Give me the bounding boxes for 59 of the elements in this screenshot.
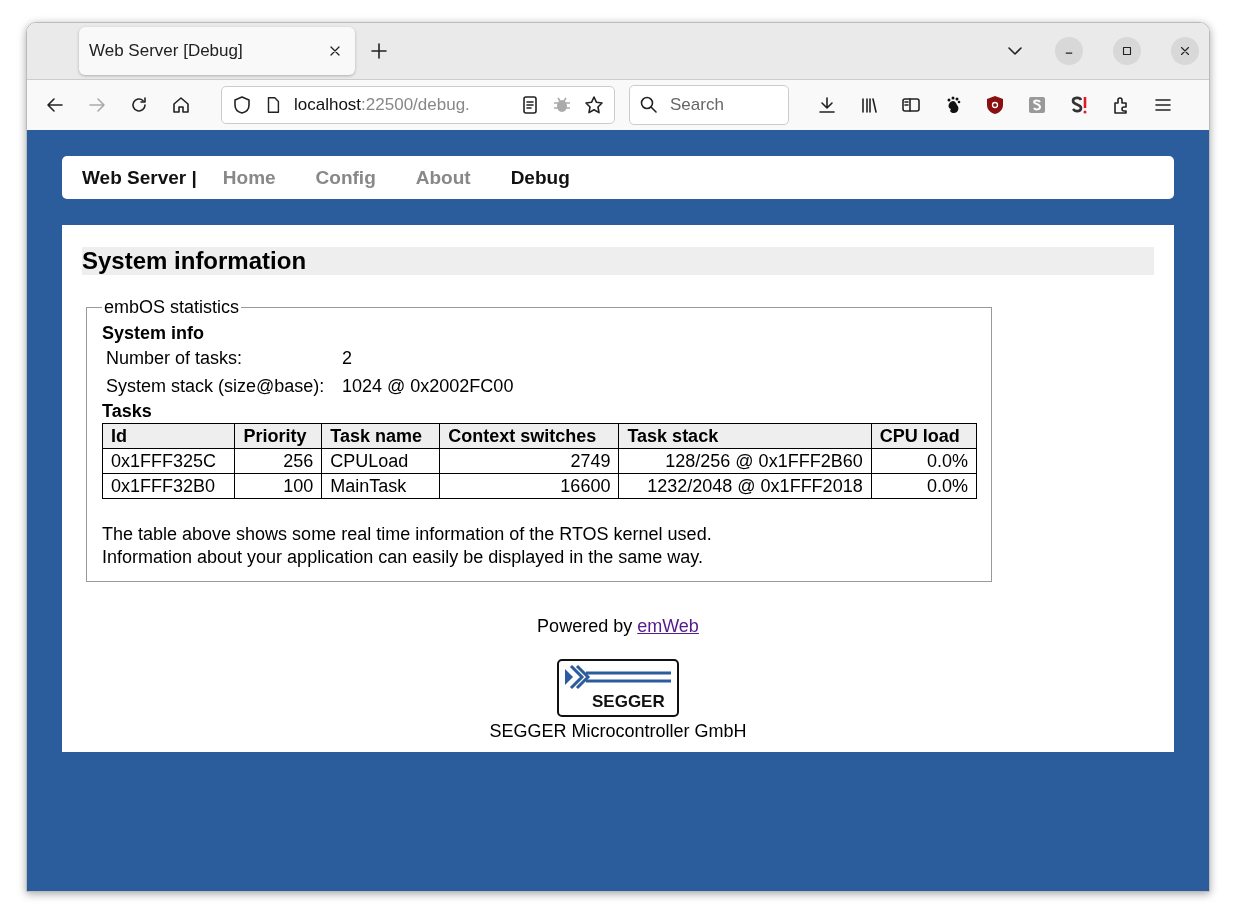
nav-link[interactable]: Debug	[510, 166, 570, 189]
url-text: localhost:22500/debug.	[294, 95, 471, 115]
table-cell: 0x1FFF32B0	[102, 473, 235, 499]
back-icon[interactable]	[45, 95, 65, 115]
plus-icon[interactable]	[369, 41, 389, 61]
address-bar[interactable]: localhost:22500/debug.	[221, 86, 615, 124]
company-name: SEGGER Microcontroller GmbH	[489, 721, 747, 742]
table-cell: 2749	[439, 448, 619, 474]
table-cell: 0.0%	[871, 473, 977, 499]
reload-icon[interactable]	[129, 95, 149, 115]
nav-link[interactable]: About	[415, 166, 471, 189]
description-text: The table above shows some real time information of the RTOS kernel used.	[102, 523, 713, 546]
home-icon[interactable]	[171, 95, 191, 115]
extension-s-icon[interactable]	[1027, 95, 1047, 115]
powered-by-text: Powered by	[537, 616, 633, 636]
extension-s-alert-icon[interactable]	[1069, 95, 1089, 115]
column-header: Id	[102, 423, 235, 449]
emweb-link[interactable]: emWeb	[637, 616, 699, 636]
info-label: System stack (size@base):	[106, 375, 326, 398]
sidebar-icon[interactable]	[901, 95, 921, 115]
library-icon[interactable]	[859, 95, 879, 115]
download-icon[interactable]	[817, 95, 837, 115]
nav-link[interactable]: Home	[222, 166, 276, 189]
table-cell: 0x1FFF325C	[102, 448, 235, 474]
column-header: Task stack	[618, 423, 872, 449]
maximize-button[interactable]	[1113, 37, 1141, 65]
search-icon	[639, 95, 659, 115]
column-header: CPU load	[871, 423, 977, 449]
table-cell: 1232/2048 @ 0x1FFF2018	[618, 473, 872, 499]
table-cell: 100	[234, 473, 322, 499]
group-legend: embOS statistics	[102, 297, 242, 318]
section-title: Tasks	[102, 400, 153, 422]
description-text: Information about your application can easily be displayed in the same way.	[102, 546, 704, 569]
info-label: Number of tasks:	[106, 347, 244, 370]
column-header: Task name	[321, 423, 440, 449]
info-value: 2	[342, 347, 353, 370]
column-header: Context switches	[439, 423, 619, 449]
table-cell: 0.0%	[871, 448, 977, 474]
table-cell: CPULoad	[321, 448, 440, 474]
close-icon[interactable]	[1178, 44, 1192, 58]
page-heading: System information	[82, 247, 1154, 275]
table-cell: 256	[234, 448, 322, 474]
company-logo: SEGGER	[557, 659, 679, 717]
site-brand: Web Server |	[82, 166, 197, 189]
info-value: 1024 @ 0x2002FC00	[342, 375, 515, 398]
browser-tab[interactable]: Web Server [Debug]	[79, 27, 355, 75]
table-cell: MainTask	[321, 473, 440, 499]
tab-title: Web Server [Debug]	[89, 41, 243, 61]
nav-link[interactable]: Config	[315, 166, 376, 189]
table-cell: 16600	[439, 473, 619, 499]
shield-icon	[232, 95, 252, 115]
reader-view-icon[interactable]	[520, 95, 540, 115]
section-title: System info	[102, 322, 206, 344]
shield-extension-icon[interactable]	[985, 95, 1005, 115]
bookmark-star-icon[interactable]	[584, 95, 604, 115]
search-field[interactable]: Search	[629, 85, 789, 125]
maximize-icon[interactable]	[1120, 44, 1134, 58]
table-cell: 128/256 @ 0x1FFF2B60	[618, 448, 872, 474]
column-header: Priority	[234, 423, 322, 449]
